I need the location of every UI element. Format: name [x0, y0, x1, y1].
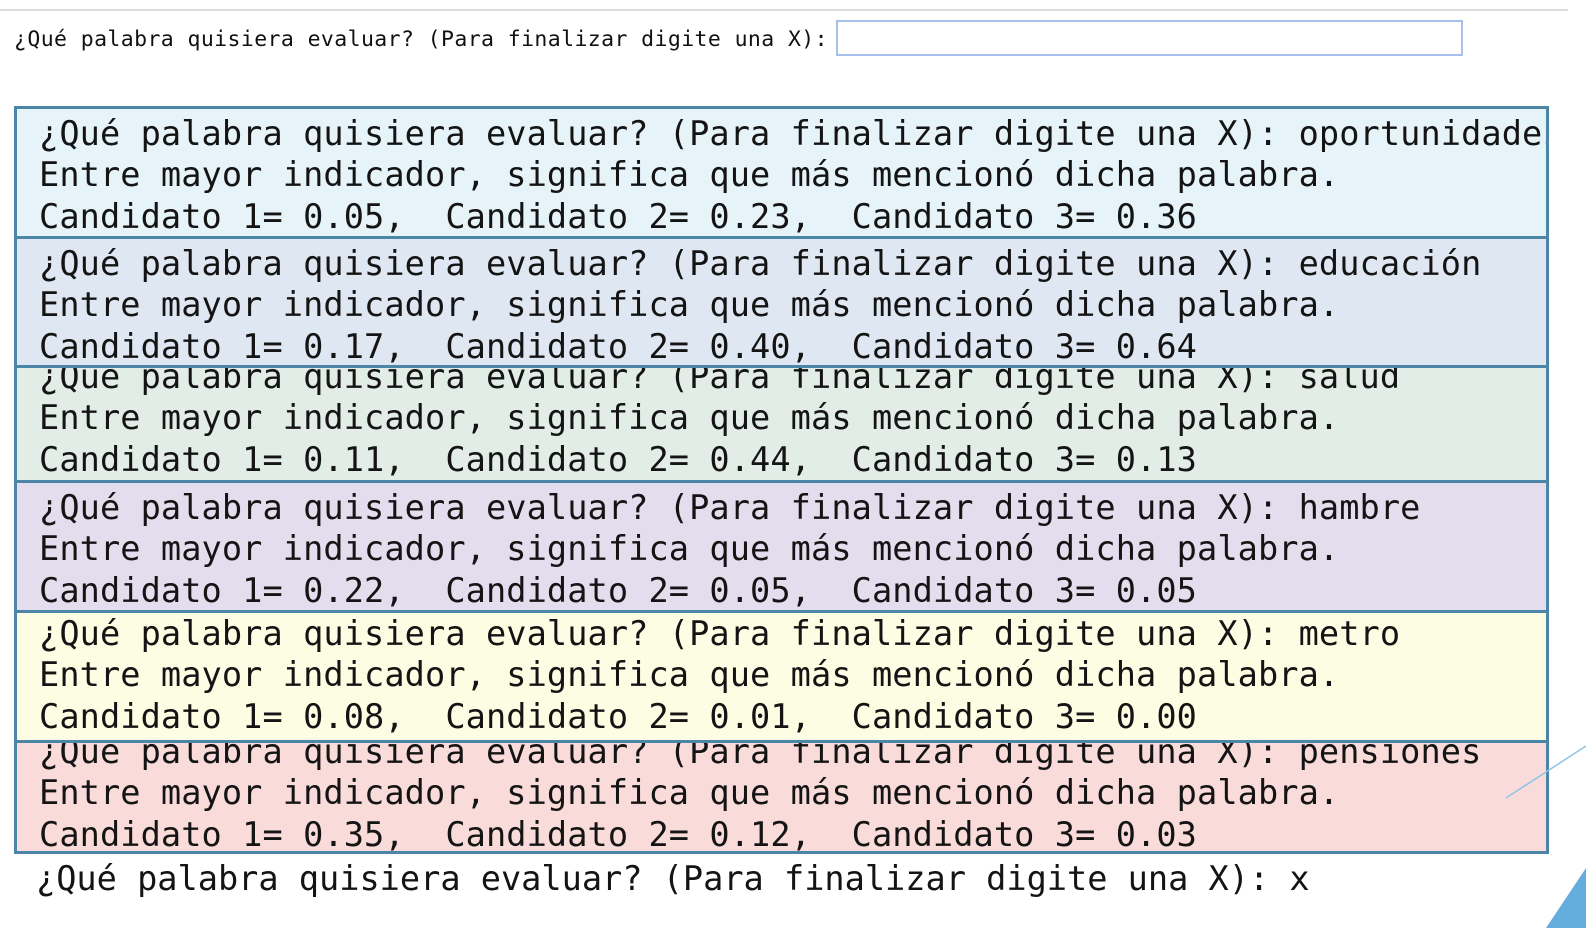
query-line: ¿Qué palabra quisiera evaluar? (Para fin…: [39, 244, 1482, 283]
scores-line: Candidato 1= 0.05, Candidato 2= 0.23, Ca…: [39, 196, 1197, 236]
result-block-oportunidades: ¿Qué palabra quisiera evaluar? (Para fin…: [14, 106, 1549, 239]
top-divider: [0, 9, 1568, 11]
result-block-metro: ¿Qué palabra quisiera evaluar? (Para fin…: [14, 610, 1549, 743]
word-input[interactable]: [836, 20, 1463, 56]
scores-line: Candidato 1= 0.22, Candidato 2= 0.05, Ca…: [39, 570, 1197, 610]
scores-line: Candidato 1= 0.17, Candidato 2= 0.40, Ca…: [39, 326, 1197, 366]
final-prompt-line: ¿Qué palabra quisiera evaluar? (Para fin…: [36, 859, 1310, 898]
query-line: ¿Qué palabra quisiera evaluar? (Para fin…: [39, 365, 1401, 396]
explanation-line: Entre mayor indicador, significa que más…: [39, 398, 1340, 438]
query-line: ¿Qué palabra quisiera evaluar? (Para fin…: [39, 740, 1482, 771]
explanation-line: Entre mayor indicador, significa que más…: [39, 285, 1340, 325]
scores-line: Candidato 1= 0.35, Candidato 2= 0.12, Ca…: [39, 814, 1197, 854]
output-blocks: ¿Qué palabra quisiera evaluar? (Para fin…: [14, 106, 1549, 854]
query-line: ¿Qué palabra quisiera evaluar? (Para fin…: [39, 614, 1401, 653]
result-block-salud: ¿Qué palabra quisiera evaluar? (Para fin…: [14, 365, 1549, 483]
prompt-label: ¿Qué palabra quisiera evaluar? (Para fin…: [14, 26, 828, 52]
explanation-line: Entre mayor indicador, significa que más…: [39, 655, 1340, 695]
corner-decoration: [1506, 745, 1586, 928]
explanation-line: Entre mayor indicador, significa que más…: [39, 529, 1340, 569]
explanation-line: Entre mayor indicador, significa que más…: [39, 155, 1340, 195]
scores-line: Candidato 1= 0.11, Candidato 2= 0.44, Ca…: [39, 439, 1197, 479]
result-block-educacion: ¿Qué palabra quisiera evaluar? (Para fin…: [14, 236, 1549, 368]
result-block-hambre: ¿Qué palabra quisiera evaluar? (Para fin…: [14, 480, 1549, 613]
scores-line: Candidato 1= 0.08, Candidato 2= 0.01, Ca…: [39, 696, 1197, 736]
query-line: ¿Qué palabra quisiera evaluar? (Para fin…: [39, 488, 1421, 527]
prompt-row: ¿Qué palabra quisiera evaluar? (Para fin…: [14, 20, 828, 58]
query-line: ¿Qué palabra quisiera evaluar? (Para fin…: [39, 114, 1549, 153]
explanation-line: Entre mayor indicador, significa que más…: [39, 773, 1340, 813]
result-block-pensiones: ¿Qué palabra quisiera evaluar? (Para fin…: [14, 740, 1549, 854]
